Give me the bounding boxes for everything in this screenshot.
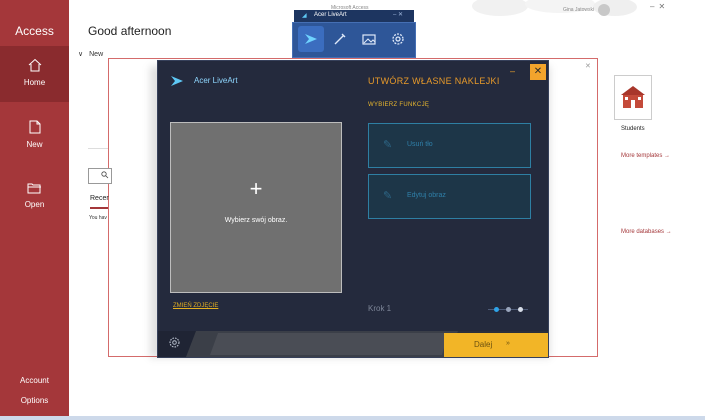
divider xyxy=(88,148,108,149)
step-dot xyxy=(518,307,523,312)
app-name: Access xyxy=(15,24,54,38)
panel-title: UTWÓRZ WŁASNE NAKLEJKI xyxy=(368,76,500,86)
sidebar-item-new[interactable]: New xyxy=(0,120,69,149)
step-progress xyxy=(488,307,528,313)
arrow-right-icon: → xyxy=(664,153,671,159)
gallery-button[interactable] xyxy=(356,26,382,52)
step-dot xyxy=(506,307,511,312)
search-input[interactable] xyxy=(88,168,112,184)
liveart-dialog: Acer LiveArt UTWÓRZ WŁASNE NAKLEJKI – ✕ … xyxy=(157,60,549,358)
user-name[interactable]: Gina Jatowski xyxy=(563,7,594,13)
gear-icon xyxy=(169,337,180,348)
liveart-logo-icon xyxy=(171,76,183,86)
sidebar-item-label: Open xyxy=(24,200,45,209)
sidebar-item-home[interactable]: Home xyxy=(0,46,69,102)
settings-button[interactable] xyxy=(385,26,411,52)
minimize-button[interactable]: – xyxy=(510,66,515,76)
students-template-label[interactable]: Students xyxy=(621,126,645,132)
liveart-logo-icon: ◢ xyxy=(302,13,307,19)
next-button[interactable]: Dalej » xyxy=(444,333,548,357)
gallery-icon xyxy=(362,34,376,45)
next-button-label: Dalej xyxy=(474,340,493,349)
open-folder-icon xyxy=(27,183,41,194)
close-button[interactable]: ✕ xyxy=(530,64,546,80)
tab-recent[interactable]: Recer xyxy=(90,195,109,202)
arrow-right-icon: → xyxy=(665,229,672,235)
step-dot-current xyxy=(494,307,499,312)
taskbar-edge xyxy=(0,416,705,420)
minimize-icon[interactable]: – ✕ xyxy=(393,11,403,18)
sidebar-item-label: Home xyxy=(23,78,46,87)
access-sidebar: Access Home New Open Account Options xyxy=(0,0,69,420)
recent-message: You hav xyxy=(89,215,107,221)
sidebar-item-label: New xyxy=(26,140,43,149)
title-bar-decoration xyxy=(472,0,637,16)
liveart-mini-title: Acer LiveArt xyxy=(314,12,347,18)
avatar[interactable] xyxy=(598,4,610,16)
brush-icon: ✎ xyxy=(383,190,393,202)
remove-background-label: Usuń tło xyxy=(407,141,433,148)
step-indicator-label: Krok 1 xyxy=(368,304,392,313)
settings-button[interactable] xyxy=(168,336,181,352)
edit-image-label: Edytuj obraz xyxy=(407,192,446,199)
window-controls[interactable]: –✕ xyxy=(650,2,669,11)
brush-button[interactable] xyxy=(327,26,353,52)
dialog-title: Acer LiveArt xyxy=(194,76,238,85)
chevron-right-icon: » xyxy=(506,340,510,347)
choose-function-label: WYBIERZ FUNKCJĘ xyxy=(368,102,430,108)
liveart-sticker-button[interactable] xyxy=(298,26,324,52)
home-icon xyxy=(28,58,41,72)
search-icon xyxy=(101,171,109,179)
liveart-mini-toolbar xyxy=(292,22,416,58)
students-template-thumbnail[interactable] xyxy=(614,75,652,120)
new-section-label: New xyxy=(89,51,104,58)
add-image-icon: + xyxy=(249,176,263,201)
liveart-logo-icon xyxy=(305,34,317,44)
chevron-down-icon: ∨ xyxy=(78,51,84,58)
liveart-mini-titlebar[interactable]: ◢ Acer LiveArt – ✕ xyxy=(294,10,414,22)
school-icon xyxy=(621,86,645,108)
image-drop-prompt: Wybierz swój obraz. xyxy=(224,217,288,224)
close-icon[interactable]: ✕ xyxy=(658,2,669,11)
sidebar-item-open[interactable]: Open xyxy=(0,182,69,209)
greeting-heading: Good afternoon xyxy=(88,24,172,38)
close-icon[interactable]: ✕ xyxy=(585,62,591,70)
close-icon: ✕ xyxy=(533,66,543,77)
settings-icon xyxy=(392,33,404,45)
remove-background-button[interactable]: ✎ Usuń tło xyxy=(368,123,531,168)
more-templates-link[interactable]: More templates → xyxy=(621,153,670,159)
more-databases-link[interactable]: More databases → xyxy=(621,229,672,235)
new-file-icon xyxy=(29,120,40,134)
eraser-icon: ✎ xyxy=(383,139,393,151)
image-drop-area[interactable]: + Wybierz swój obraz. xyxy=(170,122,342,293)
brush-icon xyxy=(334,33,346,45)
sidebar-item-options[interactable]: Options xyxy=(0,396,69,405)
edit-image-button[interactable]: ✎ Edytuj obraz xyxy=(368,174,531,219)
new-section-header[interactable]: ∨ New xyxy=(78,50,103,58)
change-photo-link[interactable]: ZMIEŃ ZDJĘCIE xyxy=(173,303,218,309)
tab-underline xyxy=(90,207,108,209)
sidebar-item-account[interactable]: Account xyxy=(0,376,69,385)
